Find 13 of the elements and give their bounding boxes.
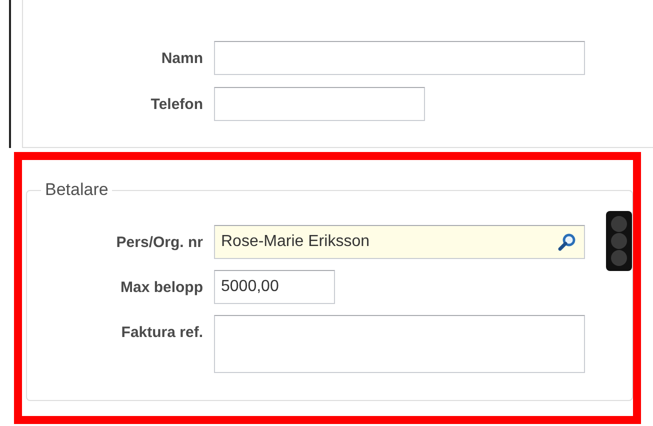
search-field[interactable]: Rose-Marie Eriksson xyxy=(214,225,585,259)
field-label: Faktura ref. xyxy=(120,323,203,341)
search-icon[interactable] xyxy=(558,233,576,251)
field-label: Namn xyxy=(160,49,203,67)
field-label: Pers/Org. nr xyxy=(115,233,203,251)
section-title: Betalare xyxy=(44,180,110,200)
input-field[interactable] xyxy=(214,87,425,121)
field-label: Telefon xyxy=(150,95,203,113)
input-field[interactable] xyxy=(214,315,585,373)
input-field[interactable] xyxy=(214,41,585,75)
input-field[interactable]: 5000,00 xyxy=(214,270,335,304)
field-label: Max belopp xyxy=(119,278,203,296)
traffic-light-icon xyxy=(606,211,632,271)
